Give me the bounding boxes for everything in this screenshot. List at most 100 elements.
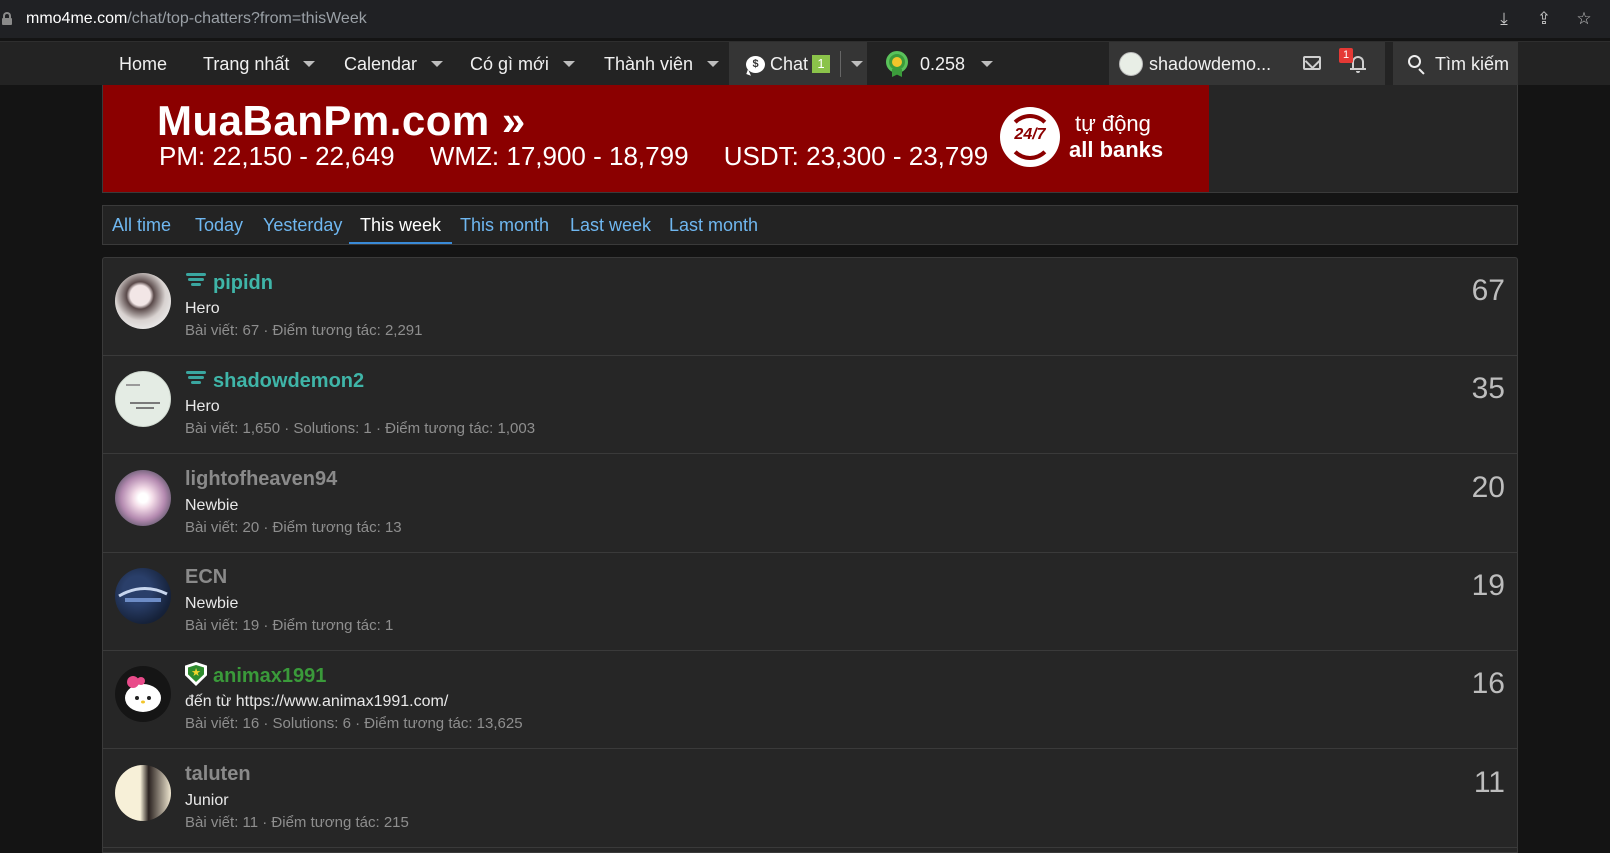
ad-rate-usdt: USDT: 23,300 - 23,799	[723, 141, 989, 171]
user-stats: Bài viết: 67 · Điểm tương tác: 2,291	[185, 322, 423, 339]
username-link[interactable]: lightofheaven94	[185, 468, 337, 491]
ad-rate-wmz: WMZ: 17,900 - 18,799	[429, 141, 689, 171]
medal-icon	[886, 51, 908, 77]
period-tabs: All time Today Yesterday This week This …	[102, 205, 1518, 245]
avatar-text-image	[126, 384, 160, 409]
list-item: taluten Junior Bài viết: 11 · Điểm tương…	[103, 750, 1517, 848]
nav-members-label: Thành viên	[604, 53, 694, 74]
username-text: animax1991	[213, 665, 327, 687]
nav-balance[interactable]: 0.258	[886, 42, 994, 86]
user-stats: Bài viết: 1,650 · Solutions: 1 · Điểm tư…	[185, 420, 536, 437]
hello-kitty-image	[125, 676, 161, 712]
username-link[interactable]: ECN	[185, 566, 227, 589]
ad-banner[interactable]: MuaBanPm.com » PM: 22,150 - 22,649 WMZ: …	[103, 85, 1209, 192]
url-host: mmo4me.com	[26, 10, 128, 27]
list-item: ★ animax1991 đến từ https://www.animax199…	[103, 651, 1517, 749]
account-menu[interactable]: shadowdemo...	[1119, 42, 1271, 86]
nav-whats-new-label: Có gì mới	[470, 53, 549, 74]
search-icon	[1407, 54, 1427, 75]
share-icon[interactable]: ⇪	[1534, 9, 1554, 29]
chevron-down-icon[interactable]	[562, 61, 575, 67]
mail-icon[interactable]	[1303, 56, 1321, 70]
tab-last-week[interactable]: Last week	[570, 206, 651, 244]
username-text: shadowdemon2	[213, 370, 365, 392]
user-title: Newbie	[185, 595, 239, 612]
tab-today[interactable]: Today	[195, 206, 243, 244]
avatar[interactable]	[115, 273, 171, 329]
avatar[interactable]	[115, 371, 171, 427]
search-button[interactable]: Tìm kiếm	[1393, 42, 1518, 86]
nav-trang-nhat[interactable]: Trang nhất	[203, 42, 316, 86]
list-item: shadowdemon2 Hero Bài viết: 1,650 · Solu…	[103, 356, 1517, 454]
tab-this-month[interactable]: This month	[460, 206, 549, 244]
user-stats: Bài viết: 20 · Điểm tương tác: 13	[185, 519, 402, 536]
chevron-down-icon[interactable]	[981, 61, 994, 67]
username-link[interactable]: ★ animax1991	[185, 662, 327, 688]
username-link[interactable]: pipidn	[185, 271, 273, 295]
avatar	[1119, 52, 1143, 76]
nav-chat-label: Chat	[770, 53, 809, 74]
account-username: shadowdemo...	[1149, 53, 1272, 74]
username-link[interactable]: taluten	[185, 763, 251, 786]
url-text[interactable]: mmo4me.com/chat/top-chatters?from=thisWe…	[26, 10, 367, 28]
list-item: pipidn Hero Bài viết: 67 · Điểm tương tá…	[103, 258, 1517, 356]
username-text: pipidn	[213, 272, 273, 294]
chevron-down-icon[interactable]	[431, 61, 444, 67]
wing-icon	[185, 369, 207, 389]
list-item: ECN Newbie Bài viết: 19 · Điểm tương tác…	[103, 553, 1517, 651]
user-stats: Bài viết: 19 · Điểm tương tác: 1	[185, 617, 394, 634]
user-stats: Bài viết: 16 · Solutions: 6 · Điểm tương…	[185, 715, 523, 732]
message-count: 19	[1471, 569, 1505, 602]
ad-badge-text: 24/7	[1014, 126, 1046, 143]
username-link[interactable]: shadowdemon2	[185, 369, 364, 393]
nav-calendar[interactable]: Calendar	[344, 42, 444, 86]
ad-side-line2: all banks	[1069, 137, 1164, 162]
tab-all-time[interactable]: All time	[112, 206, 171, 244]
list-item: lightofheaven94 Newbie Bài viết: 20 · Đi…	[103, 455, 1517, 553]
notification-badge: 1	[1339, 48, 1353, 63]
install-icon[interactable]: ⤓	[1494, 9, 1514, 29]
username-text: ECN	[185, 566, 228, 588]
message-count: 20	[1471, 471, 1505, 504]
top-chatters-list: pipidn Hero Bài viết: 67 · Điểm tương tá…	[102, 257, 1518, 853]
nav-home[interactable]: Home	[119, 42, 167, 86]
username-text: lightofheaven94	[185, 468, 338, 490]
nav-trang-nhat-label: Trang nhất	[203, 53, 290, 74]
shield-icon: ★	[185, 662, 207, 686]
avatar[interactable]	[115, 470, 171, 526]
tab-this-week[interactable]: This week	[349, 206, 453, 244]
user-title: Newbie	[185, 497, 239, 514]
user-title: Junior	[185, 792, 229, 809]
divider	[840, 51, 842, 77]
nav-home-label: Home	[119, 53, 168, 74]
avatar[interactable]	[115, 568, 171, 624]
user-title: đến từ https://www.animax1991.com/	[185, 693, 449, 710]
nav-members[interactable]: Thành viên	[604, 42, 720, 86]
nav-chat[interactable]: $ Chat 1	[729, 42, 867, 86]
ecn-logo-image	[118, 587, 168, 602]
chat-bubble-icon: $	[746, 55, 765, 73]
main-nav: Home Trang nhất Calendar Có gì mới Thành…	[0, 41, 1610, 86]
browser-address-bar[interactable]: mmo4me.com/chat/top-chatters?from=thisWe…	[0, 0, 1610, 38]
user-title: Hero	[185, 398, 220, 415]
chevron-down-icon[interactable]	[851, 61, 864, 67]
ad-container: MuaBanPm.com » PM: 22,150 - 22,649 WMZ: …	[102, 85, 1518, 193]
main-content: MuaBanPm.com » PM: 22,150 - 22,649 WMZ: …	[102, 85, 1518, 853]
balance-value: 0.258	[920, 53, 966, 74]
ad-rate-pm: PM: 22,150 - 22,649	[159, 141, 395, 171]
user-title: Hero	[185, 300, 220, 317]
star-icon[interactable]: ☆	[1574, 9, 1594, 29]
refresh-24-7-icon: 24/7	[1000, 107, 1060, 167]
message-count: 35	[1471, 372, 1505, 405]
ad-title: MuaBanPm.com »	[157, 97, 526, 144]
lock-icon[interactable]	[2, 12, 12, 25]
nav-whats-new[interactable]: Có gì mới	[470, 42, 575, 86]
avatar[interactable]	[115, 666, 171, 722]
chevron-down-icon[interactable]	[303, 61, 316, 67]
tab-last-month[interactable]: Last month	[669, 206, 758, 244]
tab-yesterday[interactable]: Yesterday	[263, 206, 342, 244]
chevron-down-icon[interactable]	[707, 61, 720, 67]
chat-unread-badge: 1	[812, 55, 831, 73]
avatar[interactable]	[115, 765, 171, 821]
ad-rates: PM: 22,150 - 22,649 WMZ: 17,900 - 18,799…	[159, 141, 1016, 172]
